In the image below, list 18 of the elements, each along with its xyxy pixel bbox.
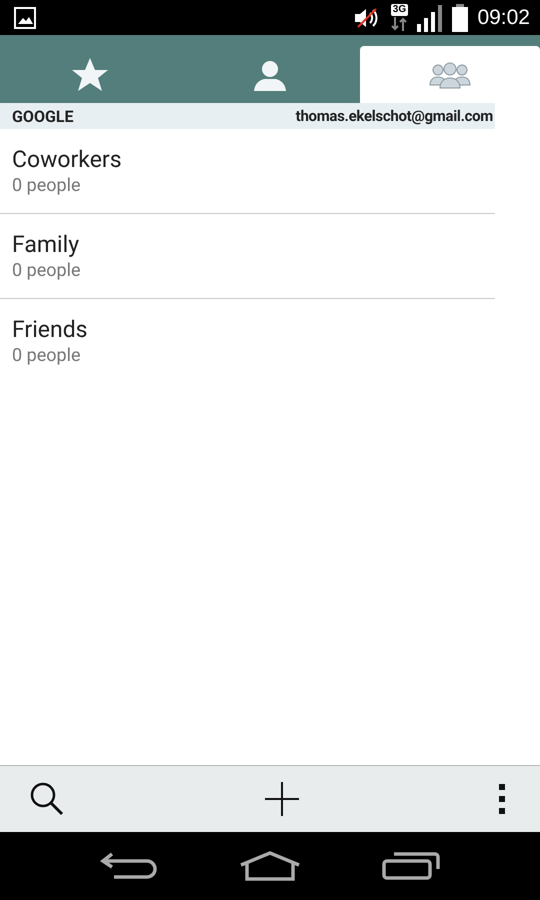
account-type: GOOGLE (12, 106, 74, 126)
group-name[interactable]: Family (12, 231, 495, 258)
people-icon (429, 60, 471, 88)
group-name[interactable]: Friends (12, 316, 495, 343)
battery-icon (451, 4, 470, 32)
star-icon (71, 56, 109, 92)
group-member-count: 0 people (12, 260, 82, 281)
data-arrows-icon (389, 17, 410, 31)
account-email: thomas.ekelschot@gmail.com (296, 107, 493, 125)
status-time: 09:02 (477, 6, 530, 30)
group-name[interactable]: Coworkers (12, 146, 495, 173)
signal-icon (417, 4, 444, 32)
more-options-icon (498, 783, 506, 815)
network-type: 3G (390, 4, 408, 16)
group-member-count: 0 people (12, 175, 82, 196)
group-member-count: 0 people (12, 345, 82, 366)
picture-notification-icon (14, 6, 36, 28)
person-icon (253, 58, 287, 90)
